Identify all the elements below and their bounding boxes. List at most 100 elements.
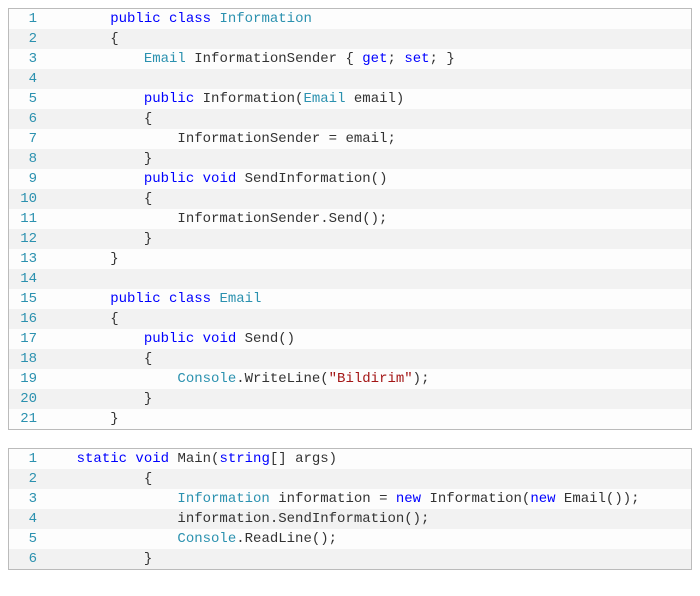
code-line: 4 information.SendInformation(); [9, 509, 691, 529]
token-plain: Main( [177, 451, 219, 467]
token-plain: information.SendInformation(); [177, 511, 429, 527]
code-line: 13 } [9, 249, 691, 269]
code-content: } [43, 549, 691, 569]
code-content: Console.WriteLine("Bildirim"); [43, 369, 691, 389]
code-content: { [43, 109, 691, 129]
code-content: } [43, 389, 691, 409]
token-kw: void [203, 331, 245, 347]
token-type: Email [303, 91, 353, 107]
token-kw: string [219, 451, 269, 467]
token-plain: { [144, 111, 152, 127]
code-content: public class Email [43, 289, 691, 309]
code-content: InformationSender.Send(); [43, 209, 691, 229]
code-line: 5 public Information(Email email) [9, 89, 691, 109]
code-content [43, 69, 691, 89]
line-number: 19 [9, 369, 43, 389]
token-type: Email [219, 291, 261, 307]
code-line: 8 } [9, 149, 691, 169]
code-content: } [43, 249, 691, 269]
token-plain: Email()); [564, 491, 640, 507]
line-number: 17 [9, 329, 43, 349]
code-listing-container: 1 public class Information2 {3 Email Inf… [8, 8, 692, 570]
line-number: 9 [9, 169, 43, 189]
token-plain: { [144, 191, 152, 207]
code-content: public void SendInformation() [43, 169, 691, 189]
code-line: 12 } [9, 229, 691, 249]
token-kw: public [110, 11, 169, 27]
code-line: 6 { [9, 109, 691, 129]
code-content: public class Information [43, 9, 691, 29]
code-line: 7 InformationSender = email; [9, 129, 691, 149]
token-kw: set [404, 51, 429, 67]
token-kw: new [396, 491, 430, 507]
code-content: } [43, 149, 691, 169]
token-plain: information = [278, 491, 396, 507]
code-content: static void Main(string[] args) [43, 449, 691, 469]
code-content: { [43, 469, 691, 489]
token-kw: public [110, 291, 169, 307]
token-kw: void [135, 451, 177, 467]
code-line: 21 } [9, 409, 691, 429]
token-plain: InformationSender = email; [177, 131, 395, 147]
token-plain: } [144, 151, 152, 167]
token-plain: { [110, 31, 118, 47]
token-kw: class [169, 291, 219, 307]
line-number: 10 [9, 189, 43, 209]
code-content: { [43, 349, 691, 369]
code-content: { [43, 189, 691, 209]
code-line: 2 { [9, 469, 691, 489]
token-str: "Bildirim" [329, 371, 413, 387]
token-type: Information [219, 11, 311, 27]
code-line: 1 public class Information [9, 9, 691, 29]
code-line: 3 Email InformationSender { get; set; } [9, 49, 691, 69]
token-plain: } [144, 231, 152, 247]
code-line: 6 } [9, 549, 691, 569]
token-plain: ; [388, 51, 405, 67]
line-number: 18 [9, 349, 43, 369]
code-content: public Information(Email email) [43, 89, 691, 109]
line-number: 3 [9, 489, 43, 509]
code-line: 5 Console.ReadLine(); [9, 529, 691, 549]
code-content: InformationSender = email; [43, 129, 691, 149]
line-number: 7 [9, 129, 43, 149]
token-plain: ); [413, 371, 430, 387]
code-content: Email InformationSender { get; set; } [43, 49, 691, 69]
line-number: 4 [9, 69, 43, 89]
line-number: 8 [9, 149, 43, 169]
code-line: 10 { [9, 189, 691, 209]
token-kw: void [203, 171, 245, 187]
line-number: 1 [9, 449, 43, 469]
line-number: 5 [9, 529, 43, 549]
token-kw: public [144, 331, 203, 347]
code-line: 19 Console.WriteLine("Bildirim"); [9, 369, 691, 389]
line-number: 14 [9, 269, 43, 289]
token-plain: } [110, 411, 118, 427]
token-kw: new [530, 491, 564, 507]
line-number: 20 [9, 389, 43, 409]
line-number: 15 [9, 289, 43, 309]
code-line: 4 [9, 69, 691, 89]
code-line: 3 Information information = new Informat… [9, 489, 691, 509]
token-kw: public [144, 91, 203, 107]
line-number: 11 [9, 209, 43, 229]
line-number: 4 [9, 509, 43, 529]
token-plain: { [144, 351, 152, 367]
line-number: 6 [9, 109, 43, 129]
code-content: { [43, 309, 691, 329]
code-content: Console.ReadLine(); [43, 529, 691, 549]
token-plain: .ReadLine(); [236, 531, 337, 547]
token-plain: InformationSender { [194, 51, 362, 67]
token-kw: static [77, 451, 136, 467]
token-kw: public [144, 171, 203, 187]
token-plain: { [144, 471, 152, 487]
token-plain: email) [354, 91, 404, 107]
token-plain: Send() [245, 331, 295, 347]
code-line: 18 { [9, 349, 691, 369]
line-number: 2 [9, 469, 43, 489]
token-plain: ; } [430, 51, 455, 67]
code-block: 1 public class Information2 {3 Email Inf… [8, 8, 692, 430]
code-content: { [43, 29, 691, 49]
code-content: public void Send() [43, 329, 691, 349]
line-number: 6 [9, 549, 43, 569]
code-content: } [43, 229, 691, 249]
